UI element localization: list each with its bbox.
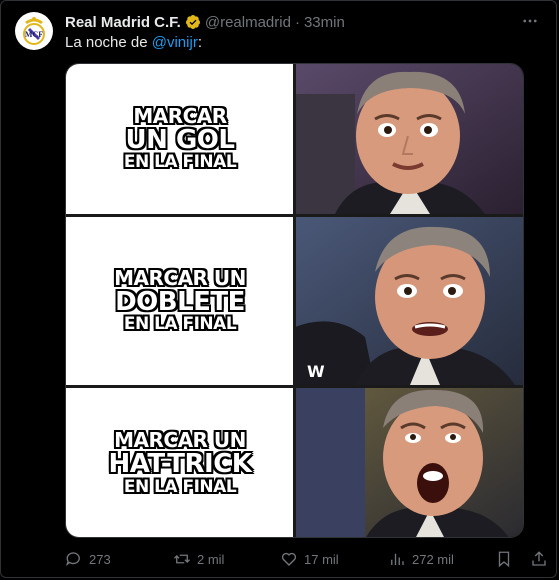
separator-dot: · — [294, 13, 300, 31]
meme-caption-line: MARCAR UN — [114, 428, 246, 453]
verified-badge-icon — [185, 14, 201, 30]
share-icon — [532, 551, 546, 566]
meme-image[interactable]: MARCAR UN GOL EN LA FINAL MARCAR UN DOBL… — [65, 63, 524, 538]
tweet-text-suffix: : — [197, 34, 202, 51]
reply-icon — [66, 552, 80, 567]
repost-button[interactable]: 2 mil — [173, 548, 224, 570]
svg-text:W: W — [307, 362, 325, 381]
meme-caption-line: UN GOL — [125, 124, 235, 155]
avatar[interactable]: MCF — [15, 12, 53, 50]
share-button[interactable] — [530, 548, 548, 570]
like-button[interactable]: 17 mil — [280, 548, 339, 570]
repost-count: 2 mil — [197, 551, 225, 567]
author-handle[interactable]: @realmadrid — [205, 14, 291, 31]
tweet-card: MCF Real Madrid C.F. @realmadrid · 33min… — [0, 0, 557, 578]
meme-caption-line: EN LA FINAL — [123, 476, 237, 497]
meme-panel-text-3: MARCAR UN HAT-TRICK EN LA FINAL — [66, 388, 294, 537]
meme-caption-line: EN LA FINAL — [123, 314, 237, 335]
mention-link[interactable]: @vinijr — [152, 34, 198, 51]
bookmark-button[interactable] — [495, 548, 513, 570]
meme-panel-photo-2: W — [295, 217, 523, 385]
bookmark-icon — [498, 551, 510, 568]
author-name[interactable]: Real Madrid C.F. — [65, 14, 181, 31]
meme-panel-photo-3 — [295, 388, 523, 537]
repost-icon — [174, 554, 190, 564]
meme-panel-photo-1 — [295, 64, 523, 214]
svg-text:MCF: MCF — [25, 30, 43, 39]
real-madrid-crest-icon: MCF — [23, 17, 45, 45]
meme-panel-text-1: MARCAR UN GOL EN LA FINAL — [66, 64, 294, 214]
meme-caption-line: EN LA FINAL — [123, 152, 237, 173]
timestamp[interactable]: 33min — [304, 14, 345, 31]
views-button[interactable]: 272 mil — [388, 548, 454, 570]
more-icon[interactable] — [520, 11, 540, 31]
meme-panel-text-2: MARCAR UN DOBLETE EN LA FINAL — [66, 217, 294, 385]
views-count: 272 mil — [412, 551, 454, 567]
tweet-header: Real Madrid C.F. @realmadrid · 33min — [65, 12, 516, 32]
meme-caption-line: DOBLETE — [115, 286, 245, 317]
meme-caption-line: HAT-TRICK — [108, 449, 252, 480]
like-count: 17 mil — [304, 551, 339, 567]
meme-caption-line: MARCAR — [133, 103, 227, 128]
tweet-text: La noche de @vinijr: — [65, 34, 202, 51]
meme-caption-line: MARCAR UN — [114, 265, 246, 290]
views-icon — [391, 553, 404, 565]
like-icon — [281, 552, 297, 566]
tweet-text-prefix: La noche de — [65, 34, 152, 51]
reply-button[interactable]: 273 — [65, 548, 111, 570]
meme-divider — [293, 64, 296, 537]
action-bar: 273 2 mil 17 mil 272 mil — [65, 548, 546, 570]
reply-count: 273 — [89, 551, 111, 567]
